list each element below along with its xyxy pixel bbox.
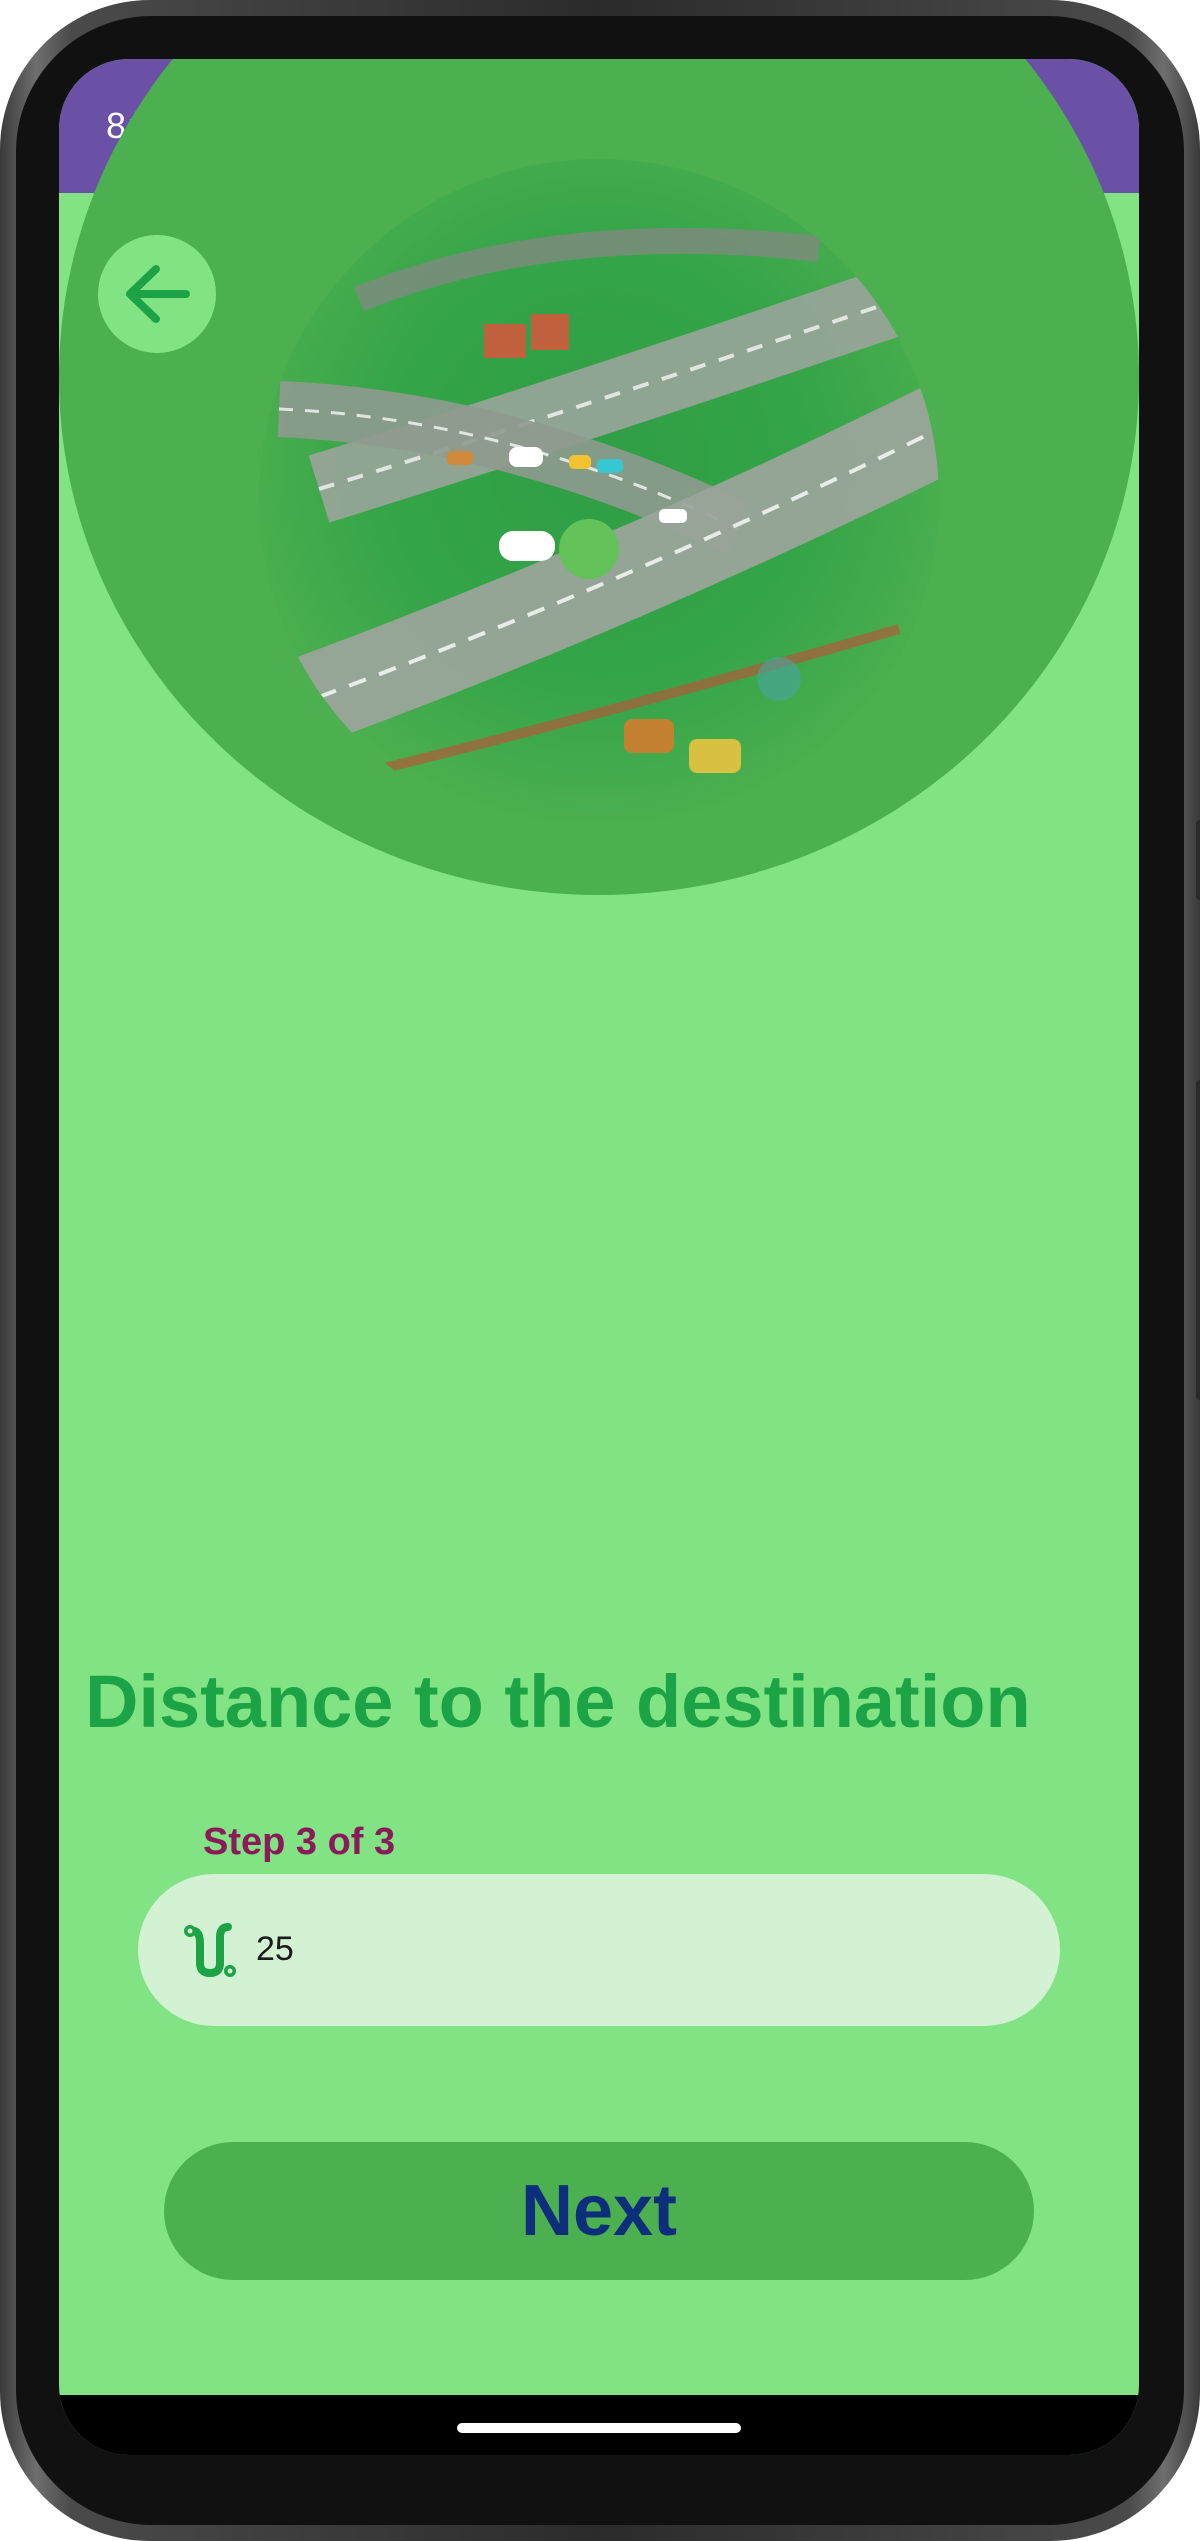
step-indicator: Step 3 of 3 bbox=[203, 1821, 396, 1863]
highway-interchange-illustration bbox=[259, 159, 939, 839]
next-button[interactable]: Next bbox=[164, 2142, 1034, 2280]
page-title: Distance to the destination bbox=[85, 1660, 1031, 1743]
distance-value[interactable]: 25 bbox=[256, 1930, 956, 1969]
volume-button bbox=[1196, 1080, 1200, 1400]
highway-illustration-graphic bbox=[259, 227, 939, 784]
back-button[interactable] bbox=[98, 235, 216, 353]
side-button bbox=[1196, 820, 1200, 900]
app-screen: 8:55 bbox=[59, 59, 1139, 2455]
hero-circle bbox=[59, 59, 1139, 895]
route-icon bbox=[184, 1923, 236, 1978]
distance-field[interactable]: 25 bbox=[138, 1874, 1060, 2026]
phone-frame: 8:55 bbox=[0, 0, 1200, 2541]
arrow-back-icon bbox=[126, 265, 190, 323]
home-indicator[interactable] bbox=[457, 2423, 741, 2433]
